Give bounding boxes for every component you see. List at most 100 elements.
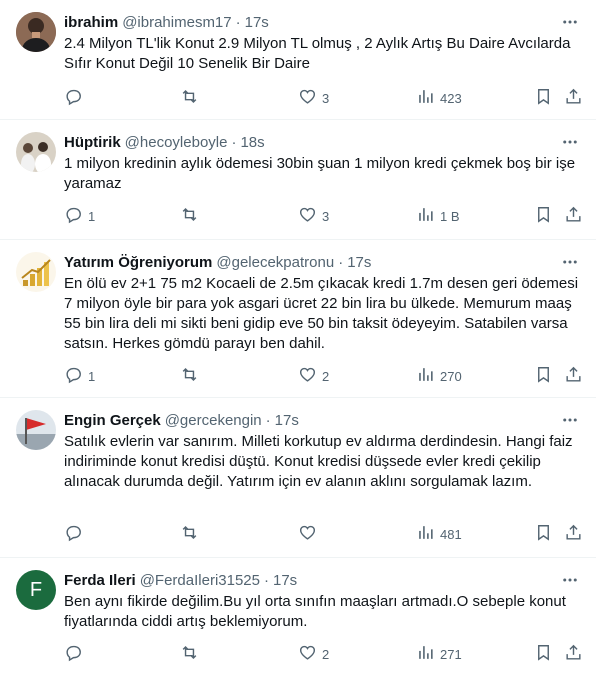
- bookmark-icon: [534, 205, 553, 227]
- more-dots-icon[interactable]: [560, 410, 580, 430]
- separator-dot: ·: [231, 133, 237, 151]
- author-name[interactable]: Hüptirik: [64, 134, 121, 151]
- timestamp[interactable]: 17s: [245, 14, 269, 31]
- separator-dot: ·: [235, 13, 241, 31]
- like-count: 3: [322, 90, 330, 106]
- author-name[interactable]: Ferda Ileri: [64, 572, 136, 589]
- views-chart-icon: [416, 643, 435, 665]
- timestamp[interactable]: 18s: [240, 134, 264, 151]
- reply-count: 1: [88, 368, 96, 384]
- tweet[interactable]: Engin Gerçek @gercekengin · 17s Satılık …: [0, 398, 596, 558]
- retweet-button[interactable]: [180, 206, 204, 226]
- more-dots-icon[interactable]: [560, 12, 580, 32]
- bookmark-button[interactable]: [534, 524, 553, 544]
- reply-button[interactable]: [64, 524, 88, 544]
- views-chart-icon: [416, 365, 435, 387]
- share-button[interactable]: [564, 88, 583, 108]
- share-icon: [564, 87, 583, 109]
- like-count: 2: [322, 368, 330, 384]
- views-button[interactable]: 270: [416, 366, 462, 386]
- retweet-icon: [180, 365, 199, 387]
- like-button[interactable]: 2: [298, 366, 329, 386]
- retweet-button[interactable]: [180, 524, 204, 544]
- author-name[interactable]: ibrahim: [64, 14, 118, 31]
- share-button[interactable]: [564, 524, 583, 544]
- avatar[interactable]: [16, 252, 56, 292]
- share-icon: [564, 643, 583, 665]
- like-button[interactable]: 2: [298, 644, 329, 664]
- share-button[interactable]: [564, 366, 583, 386]
- retweet-button[interactable]: [180, 88, 204, 108]
- reply-button[interactable]: 1: [64, 206, 95, 226]
- like-button[interactable]: [298, 524, 322, 544]
- reply-icon: [64, 87, 83, 109]
- timestamp[interactable]: 17s: [275, 412, 299, 429]
- bookmark-button[interactable]: [534, 206, 553, 226]
- author-name[interactable]: Yatırım Öğreniyorum: [64, 254, 212, 271]
- avatar[interactable]: F: [16, 570, 56, 610]
- share-icon: [564, 205, 583, 227]
- bookmark-button[interactable]: [534, 644, 553, 664]
- view-count: 271: [440, 646, 462, 662]
- reply-button[interactable]: [64, 88, 88, 108]
- bookmark-button[interactable]: [534, 366, 553, 386]
- bookmark-icon: [534, 365, 553, 387]
- timestamp[interactable]: 17s: [273, 572, 297, 589]
- retweet-icon: [180, 87, 199, 109]
- heart-icon: [298, 205, 317, 227]
- more-dots-icon[interactable]: [560, 570, 580, 590]
- view-count: 270: [440, 368, 462, 384]
- share-icon: [564, 365, 583, 387]
- heart-icon: [298, 365, 317, 387]
- retweet-button[interactable]: [180, 366, 204, 386]
- avatar[interactable]: [16, 12, 56, 52]
- bookmark-button[interactable]: [534, 88, 553, 108]
- share-button[interactable]: [564, 206, 583, 226]
- like-button[interactable]: 3: [298, 206, 329, 226]
- heart-icon: [298, 87, 317, 109]
- share-icon: [564, 523, 583, 545]
- retweet-icon: [180, 643, 199, 665]
- heart-icon: [298, 643, 317, 665]
- tweet-text: Satılık evlerin var sanırım. Milleti kor…: [64, 433, 573, 490]
- views-chart-icon: [416, 205, 435, 227]
- bookmark-icon: [534, 523, 553, 545]
- tweet[interactable]: F Ferda Ileri @FerdaIleri31525 · 17s Ben…: [0, 558, 596, 681]
- reply-icon: [64, 205, 83, 227]
- views-chart-icon: [416, 87, 435, 109]
- like-count: 3: [322, 208, 330, 224]
- reply-button[interactable]: [64, 644, 88, 664]
- views-button[interactable]: 1 B: [416, 206, 460, 226]
- views-button[interactable]: 423: [416, 88, 462, 108]
- tweet[interactable]: Hüptirik @hecoyleboyle · 18s 1 milyon kr…: [0, 120, 596, 240]
- tweet[interactable]: ibrahim @ibrahimesm17 · 17s 2.4 Milyon T…: [0, 0, 596, 120]
- reply-icon: [64, 523, 83, 545]
- retweet-icon: [180, 205, 199, 227]
- author-handle[interactable]: @FerdaIleri31525: [140, 572, 260, 589]
- like-count: 2: [322, 646, 330, 662]
- views-button[interactable]: 271: [416, 644, 462, 664]
- view-count: 481: [440, 526, 462, 542]
- views-button[interactable]: 481: [416, 524, 462, 544]
- avatar[interactable]: [16, 410, 56, 450]
- timestamp[interactable]: 17s: [347, 254, 371, 271]
- share-button[interactable]: [564, 644, 583, 664]
- tweet-text: 1 milyon kredinin aylık ödemesi 30bin şu…: [64, 155, 576, 192]
- like-button[interactable]: 3: [298, 88, 329, 108]
- author-handle[interactable]: @ibrahimesm17: [122, 14, 231, 31]
- retweet-button[interactable]: [180, 644, 204, 664]
- more-dots-icon[interactable]: [560, 132, 580, 152]
- author-handle[interactable]: @gelecekpatronu: [216, 254, 334, 271]
- heart-icon: [298, 523, 317, 545]
- bookmark-icon: [534, 643, 553, 665]
- avatar[interactable]: [16, 132, 56, 172]
- more-dots-icon[interactable]: [560, 252, 580, 272]
- tweet[interactable]: Yatırım Öğreniyorum @gelecekpatronu · 17…: [0, 240, 596, 398]
- tweet-text: 2.4 Milyon TL'lik Konut 2.9 Milyon TL ol…: [64, 35, 571, 72]
- reply-icon: [64, 643, 83, 665]
- author-handle[interactable]: @hecoyleboyle: [125, 134, 228, 151]
- reply-icon: [64, 365, 83, 387]
- author-name[interactable]: Engin Gerçek: [64, 412, 161, 429]
- author-handle[interactable]: @gercekengin: [165, 412, 262, 429]
- reply-button[interactable]: 1: [64, 366, 95, 386]
